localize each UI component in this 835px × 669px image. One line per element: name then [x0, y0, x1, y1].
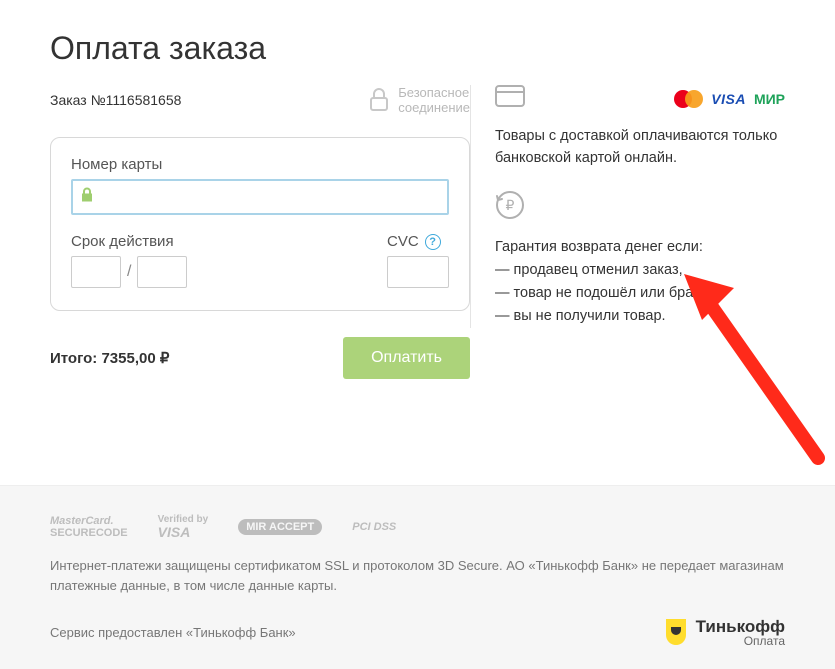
pay-button[interactable]: Оплатить	[343, 337, 470, 379]
refund-icon: ₽	[495, 190, 785, 225]
lock-icon	[368, 87, 390, 113]
card-number-input[interactable]	[71, 179, 449, 215]
expiry-separator: /	[127, 263, 131, 281]
card-details-box: Номер карты Срок действия /	[50, 137, 470, 311]
lock-icon	[81, 188, 93, 207]
page-title: Оплата заказа	[50, 30, 785, 67]
total-amount: Итого: 7355,00 ₽	[50, 349, 169, 367]
cvc-label: CVC	[387, 233, 419, 250]
mir-logo: МИР	[754, 91, 785, 107]
service-provider-text: Сервис предоставлен «Тинькофф Банк»	[50, 625, 296, 640]
card-icon	[495, 85, 525, 112]
footer-disclaimer: Интернет-платежи защищены сертификатом S…	[50, 556, 785, 595]
guarantee-item-2: — товар не подошёл или брак,	[495, 282, 785, 305]
expiry-month-input[interactable]	[71, 256, 121, 288]
guarantee-item-1: — продавец отменил заказ,	[495, 259, 785, 282]
cvc-input[interactable]	[387, 256, 449, 288]
help-icon[interactable]: ?	[425, 234, 441, 250]
secure-connection-badge: Безопасное соединение	[368, 85, 470, 115]
pci-dss-logo: PCI DSS	[352, 521, 396, 533]
footer-security-logos: MasterCard. SECURECODE Verified by VISA …	[50, 514, 785, 540]
mastercard-logo	[674, 90, 703, 108]
mastercard-securecode-logo: MasterCard. SECURECODE	[50, 515, 128, 539]
expiry-label: Срок действия	[71, 233, 187, 250]
svg-text:₽: ₽	[506, 197, 515, 213]
tinkoff-sub: Оплата	[696, 635, 785, 647]
order-number: Заказ №1116581658	[50, 92, 368, 108]
guarantee-item-3: — вы не получили товар.	[495, 305, 785, 328]
footer: MasterCard. SECURECODE Verified by VISA …	[0, 485, 835, 669]
visa-logo: VISA	[711, 91, 746, 107]
guarantee-list: — продавец отменил заказ, — товар не под…	[495, 259, 785, 329]
shield-icon	[664, 617, 688, 647]
delivery-info-text: Товары с доставкой оплачиваются только б…	[495, 126, 785, 170]
guarantee-title: Гарантия возврата денег если:	[495, 239, 785, 255]
tinkoff-name: Тинькофф	[696, 618, 785, 635]
tinkoff-logo: Тинькофф Оплата	[664, 617, 785, 647]
secure-line2: соединение	[398, 100, 470, 115]
verified-by-visa-logo: Verified by VISA	[158, 514, 209, 540]
mir-accept-logo: MIR ACCEPT	[238, 521, 322, 533]
secure-line1: Безопасное	[398, 85, 470, 100]
card-number-label: Номер карты	[71, 156, 449, 173]
expiry-year-input[interactable]	[137, 256, 187, 288]
